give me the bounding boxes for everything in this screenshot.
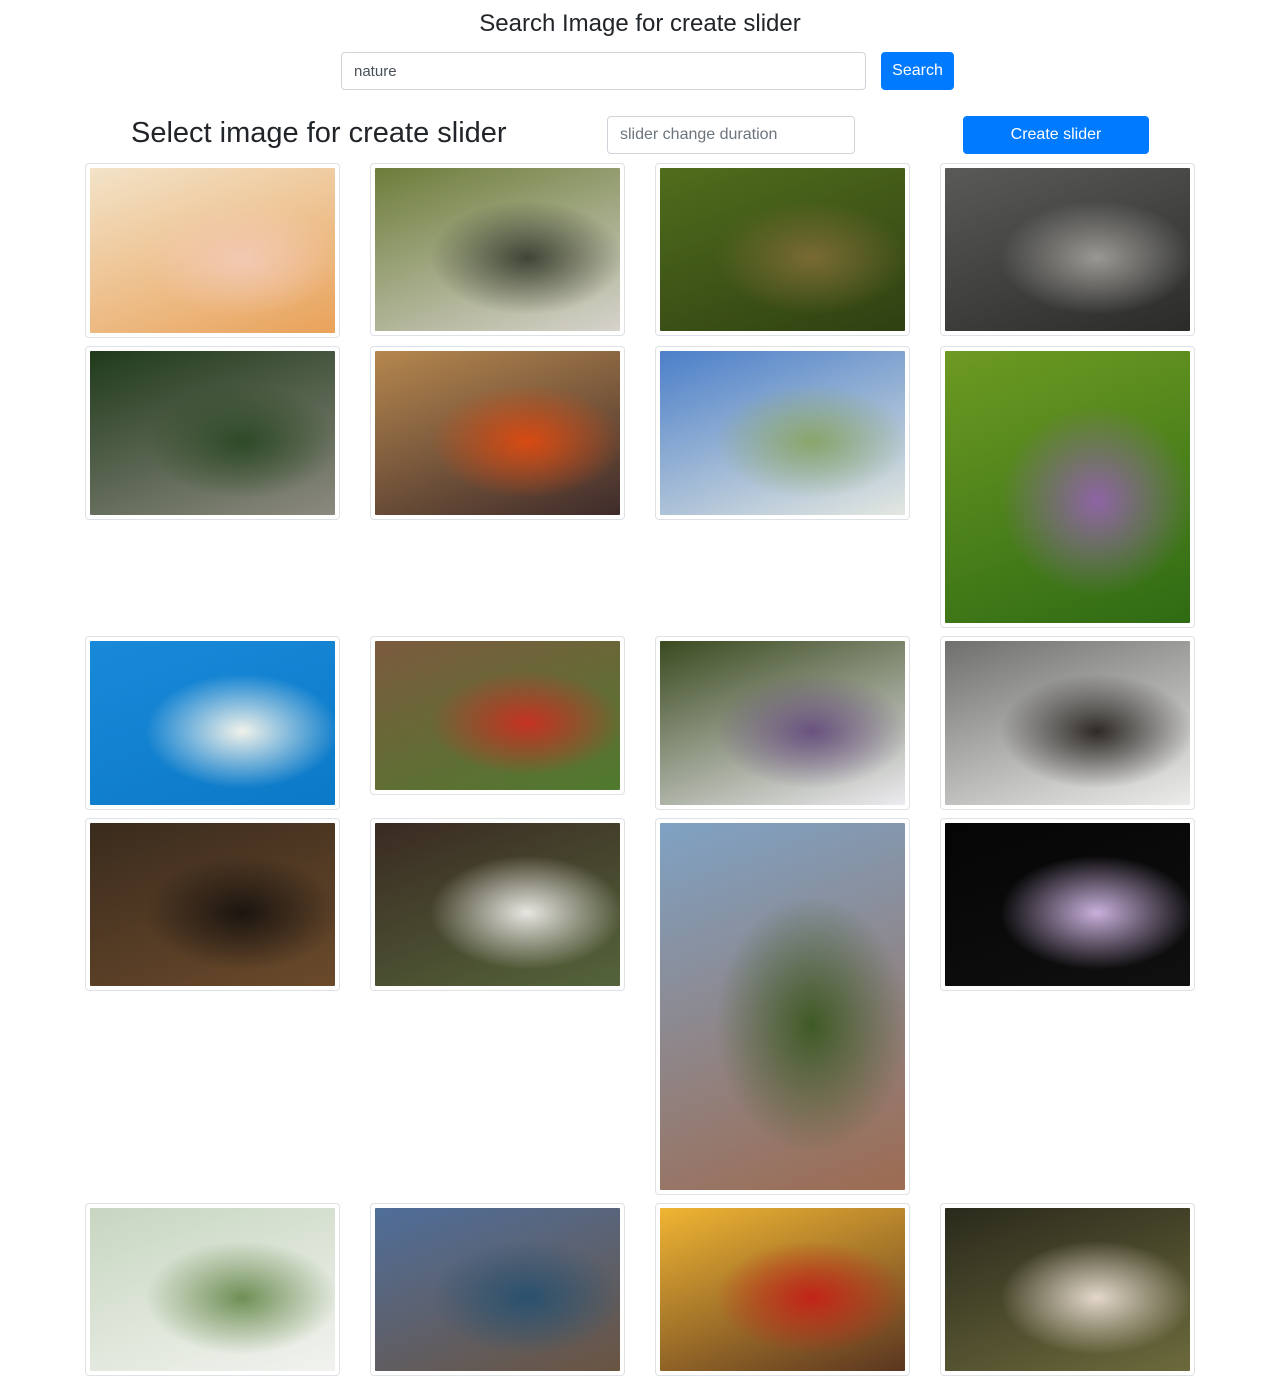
image-asparagus-tomatoes	[375, 641, 620, 790]
image-thumbnail[interactable]	[85, 346, 340, 520]
create-slider-button[interactable]: Create slider	[963, 116, 1149, 154]
image-thumbnail[interactable]	[655, 818, 910, 1195]
image-abandoned-building	[945, 168, 1190, 331]
image-thumbnail[interactable]	[85, 818, 340, 991]
image-rocks-lake	[375, 1208, 620, 1371]
image-thumbnail[interactable]	[85, 636, 340, 810]
image-allium-flowers	[945, 351, 1190, 623]
image-blossom-branch	[90, 641, 335, 805]
image-thumbnail[interactable]	[370, 1203, 625, 1376]
image-brown-eagle	[90, 823, 335, 986]
image-white-flower	[660, 168, 905, 331]
image-thumbnail[interactable]	[940, 636, 1195, 810]
image-thumbnail[interactable]	[940, 1203, 1195, 1376]
image-girl-poppy-field	[660, 1208, 905, 1371]
slider-duration-input[interactable]	[607, 116, 855, 154]
image-thumbnail[interactable]	[655, 636, 910, 810]
image-thumbnail[interactable]	[85, 1203, 340, 1376]
image-thumbnail[interactable]	[370, 818, 625, 991]
image-thumbnail[interactable]	[655, 346, 910, 520]
search-title: Search Image for create slider	[479, 10, 801, 37]
image-dog	[90, 351, 335, 515]
image-thumbnail[interactable]	[85, 163, 340, 338]
search-button[interactable]: Search	[881, 52, 954, 90]
search-input[interactable]	[341, 52, 866, 90]
image-thumbnail[interactable]	[940, 346, 1195, 628]
image-white-wildflowers	[375, 823, 620, 986]
image-white-daisy	[660, 641, 905, 805]
image-thumbnail[interactable]	[370, 346, 625, 520]
image-thumbnail[interactable]	[940, 818, 1195, 991]
image-thumbnail[interactable]	[370, 636, 625, 795]
image-bald-eagle	[945, 641, 1190, 805]
image-thumbnail[interactable]	[370, 163, 625, 336]
image-thumbnail[interactable]	[940, 163, 1195, 336]
image-sunset-sea	[375, 351, 620, 515]
image-baby-hand	[90, 168, 335, 333]
slider-maker-page: Search Image for create slider Search Se…	[0, 0, 1280, 1384]
image-white-blossom	[660, 351, 905, 515]
image-purple-flower	[945, 823, 1190, 986]
image-apple-blossom	[90, 1208, 335, 1371]
image-woman-white-dress	[945, 1208, 1190, 1371]
image-thumbnail[interactable]	[655, 163, 910, 336]
image-thumbnail[interactable]	[655, 1203, 910, 1376]
select-image-title: Select image for create slider	[131, 117, 507, 149]
image-moon-mountain	[660, 823, 905, 1190]
image-book-heart-pansy	[375, 168, 620, 331]
